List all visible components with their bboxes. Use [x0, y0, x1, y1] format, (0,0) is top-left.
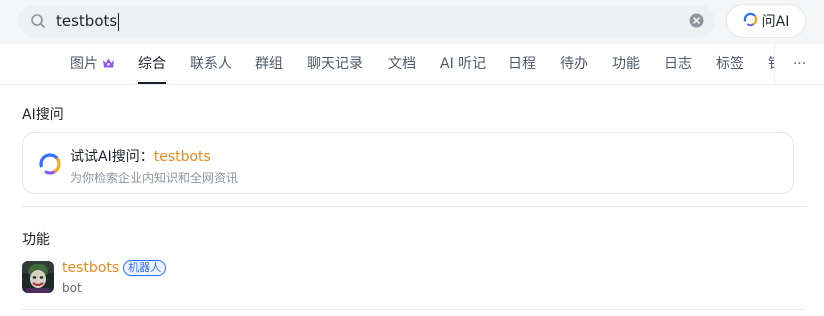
tab-groups[interactable]: 群组 — [255, 44, 283, 84]
ai-card-subtitle: 为你检索企业内知识和全网资讯 — [70, 171, 239, 185]
tab-label: 待办 — [560, 56, 588, 72]
ai-card-keyword: testbots — [153, 149, 211, 165]
tab-todo[interactable]: 待办 — [560, 44, 588, 84]
ask-ai-button[interactable]: 问AI — [727, 5, 805, 37]
bot-badge: 机器人 — [123, 260, 167, 276]
tab-label: 图片 — [70, 56, 98, 72]
tab-functions[interactable]: 功能 — [612, 44, 640, 84]
ai-section-title: AI搜问 — [22, 107, 64, 123]
search-icon — [30, 13, 46, 29]
text-caret — [118, 12, 120, 31]
search-input-value: testbots — [56, 12, 118, 30]
result-tabs: 图片 综合 联系人 群组 聊天记录 文档 AI 听记 日程 待办 功能 日志 标… — [0, 44, 824, 85]
ai-logo-icon — [38, 152, 62, 176]
tab-label: 文档 — [388, 56, 416, 72]
ai-search-card[interactable]: 试试AI搜问：testbots 为你检索企业内知识和全网资讯 — [22, 132, 794, 194]
tab-tags[interactable]: 标签 — [716, 44, 744, 84]
tab-label: 联系人 — [190, 56, 232, 72]
tab-label: 综合 — [138, 56, 166, 72]
tab-docs[interactable]: 文档 — [388, 44, 416, 84]
tab-label: 日志 — [664, 56, 692, 72]
section-divider — [22, 206, 806, 207]
tab-chat-history[interactable]: 聊天记录 — [307, 44, 363, 84]
search-bar: testbots 问AI — [0, 0, 824, 44]
more-tabs-button[interactable]: ··· — [774, 44, 824, 84]
section-divider — [22, 309, 806, 310]
tab-label: 功能 — [612, 56, 640, 72]
search-box[interactable]: testbots — [18, 5, 715, 37]
tab-calendar[interactable]: 日程 — [508, 44, 536, 84]
tab-images[interactable]: 图片 — [70, 44, 115, 84]
tab-all[interactable]: 综合 — [138, 44, 166, 84]
search-input[interactable]: testbots — [56, 11, 656, 31]
ai-logo-icon — [743, 12, 758, 31]
functions-section-title: 功能 — [22, 232, 50, 248]
tab-contacts[interactable]: 联系人 — [190, 44, 232, 84]
result-subtitle: bot — [62, 281, 82, 295]
tab-label: 日程 — [508, 56, 536, 72]
ask-ai-label: 问AI — [761, 14, 790, 30]
tab-ai-notes[interactable]: AI 听记 — [440, 44, 486, 84]
tab-label: AI 听记 — [440, 56, 487, 72]
clear-icon[interactable] — [689, 13, 704, 28]
tab-label: 标签 — [716, 56, 744, 72]
ai-card-prefix: 试试AI搜问： — [70, 149, 154, 165]
bot-avatar — [22, 261, 54, 293]
function-result-item[interactable]: testbots 机器人 bot — [22, 260, 806, 300]
result-name: testbots — [62, 260, 120, 276]
crown-icon — [103, 58, 115, 68]
tab-label: 聊天记录 — [307, 56, 363, 72]
ai-card-title: 试试AI搜问：testbots — [70, 146, 211, 166]
result-title: testbots 机器人 — [62, 260, 167, 276]
tab-logs[interactable]: 日志 — [664, 44, 692, 84]
more-icon: ··· — [792, 56, 807, 72]
tab-label: 群组 — [255, 56, 283, 72]
